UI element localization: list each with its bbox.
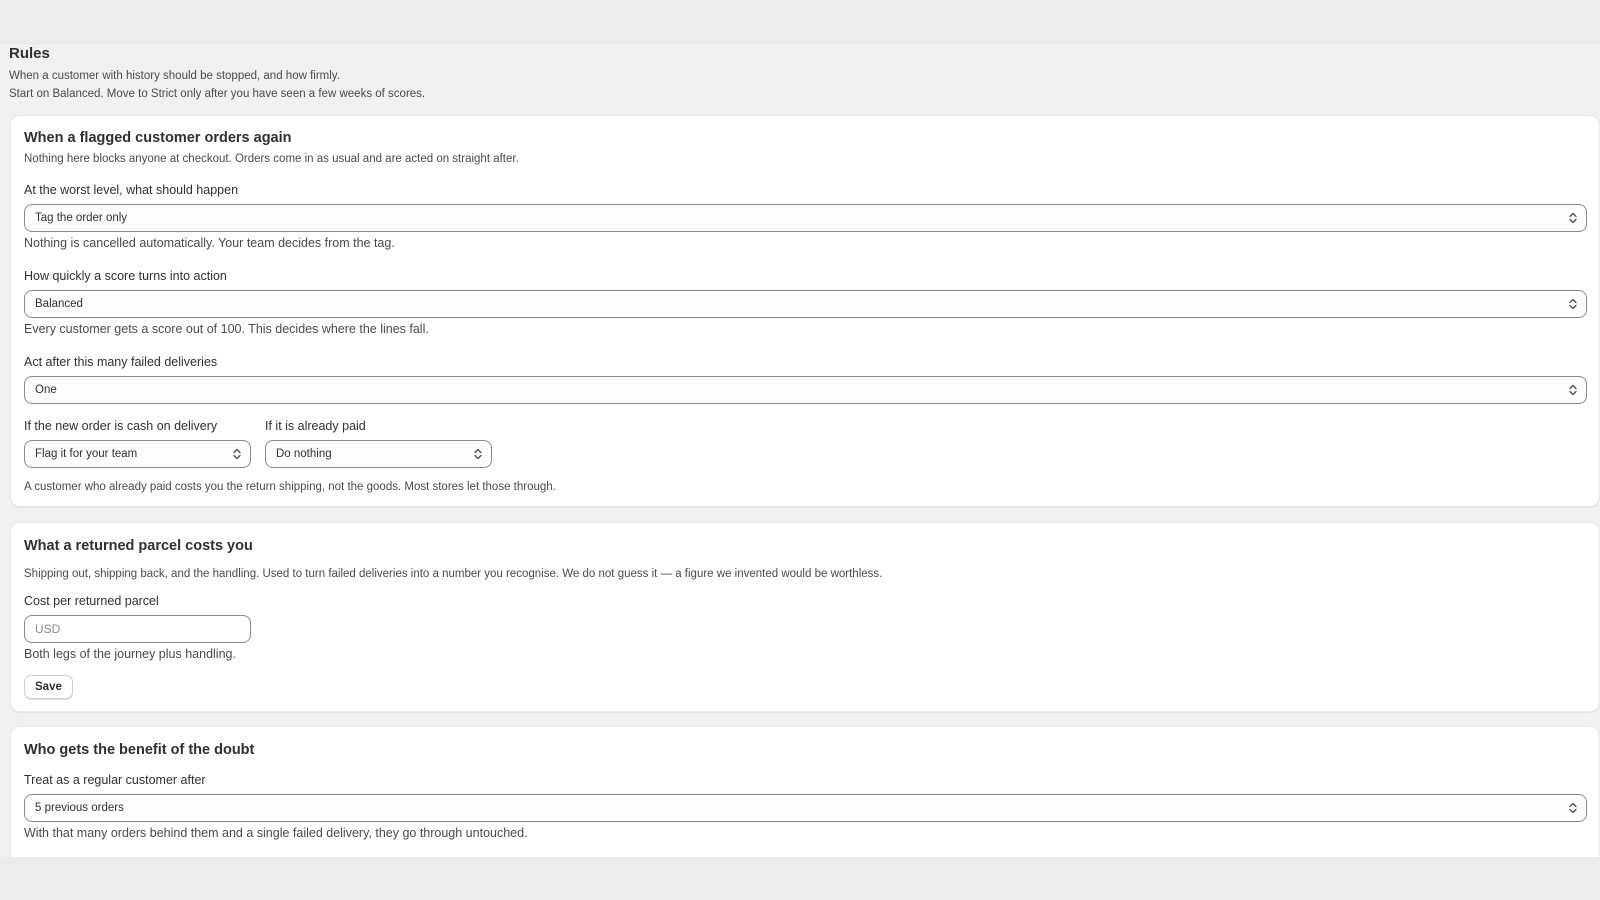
page-header: Rules When a customer with history shoul… xyxy=(9,44,425,103)
paid-select[interactable]: Do nothing xyxy=(265,440,492,468)
speed-value: Balanced xyxy=(35,298,83,310)
card-description: Nothing here blocks anyone at checkout. … xyxy=(24,153,519,165)
bottom-bar xyxy=(0,857,1600,900)
chevron-up-down-icon xyxy=(474,448,482,460)
card-title: What a returned parcel costs you xyxy=(24,538,253,554)
page-subtitle: When a customer with history should be s… xyxy=(9,70,340,82)
chevron-up-down-icon xyxy=(233,448,241,460)
top-bar xyxy=(0,0,1600,44)
flagged-customer-card: When a flagged customer orders again Not… xyxy=(10,115,1600,507)
page-hint: Start on Balanced. Move to Strict only a… xyxy=(9,88,426,100)
cost-input[interactable] xyxy=(24,615,251,643)
regular-customer-label: Treat as a regular customer after xyxy=(24,773,206,787)
benefit-of-doubt-card: Who gets the benefit of the doubt Treat … xyxy=(10,726,1600,861)
cost-field-label: Cost per returned parcel xyxy=(24,594,159,608)
chevron-up-down-icon xyxy=(1569,212,1577,224)
paid-footnote: A customer who already paid costs you th… xyxy=(24,481,556,493)
page-title: Rules xyxy=(9,45,50,62)
card-description: Shipping out, shipping back, and the han… xyxy=(24,568,883,580)
speed-select[interactable]: Balanced xyxy=(24,290,1587,318)
cod-label: If the new order is cash on delivery xyxy=(24,419,218,433)
cod-select[interactable]: Flag it for your team xyxy=(24,440,251,468)
worst-level-value: Tag the order only xyxy=(35,212,128,224)
worst-level-label: At the worst level, what should happen xyxy=(24,183,239,197)
chevron-up-down-icon xyxy=(1569,384,1577,396)
card-title: Who gets the benefit of the doubt xyxy=(24,742,255,758)
regular-customer-value: 5 previous orders xyxy=(35,802,124,814)
failed-deliveries-value: One xyxy=(35,384,57,396)
speed-help: Every customer gets a score out of 100. … xyxy=(24,322,429,336)
chevron-up-down-icon xyxy=(1569,802,1577,814)
speed-label: How quickly a score turns into action xyxy=(24,269,227,283)
regular-customer-select[interactable]: 5 previous orders xyxy=(24,794,1587,822)
cod-value: Flag it for your team xyxy=(35,448,138,460)
cost-help: Both legs of the journey plus handling. xyxy=(24,647,236,661)
paid-label: If it is already paid xyxy=(265,419,366,433)
regular-customer-help: With that many orders behind them and a … xyxy=(24,826,528,840)
card-title: When a flagged customer orders again xyxy=(24,130,292,146)
return-cost-card: What a returned parcel costs you Shippin… xyxy=(10,522,1600,712)
failed-deliveries-select[interactable]: One xyxy=(24,376,1587,404)
paid-value: Do nothing xyxy=(276,448,332,460)
chevron-up-down-icon xyxy=(1569,298,1577,310)
worst-level-select[interactable]: Tag the order only xyxy=(24,204,1587,232)
worst-level-help: Nothing is cancelled automatically. Your… xyxy=(24,236,395,250)
failed-deliveries-label: Act after this many failed deliveries xyxy=(24,355,218,369)
save-button[interactable]: Save xyxy=(24,675,73,699)
